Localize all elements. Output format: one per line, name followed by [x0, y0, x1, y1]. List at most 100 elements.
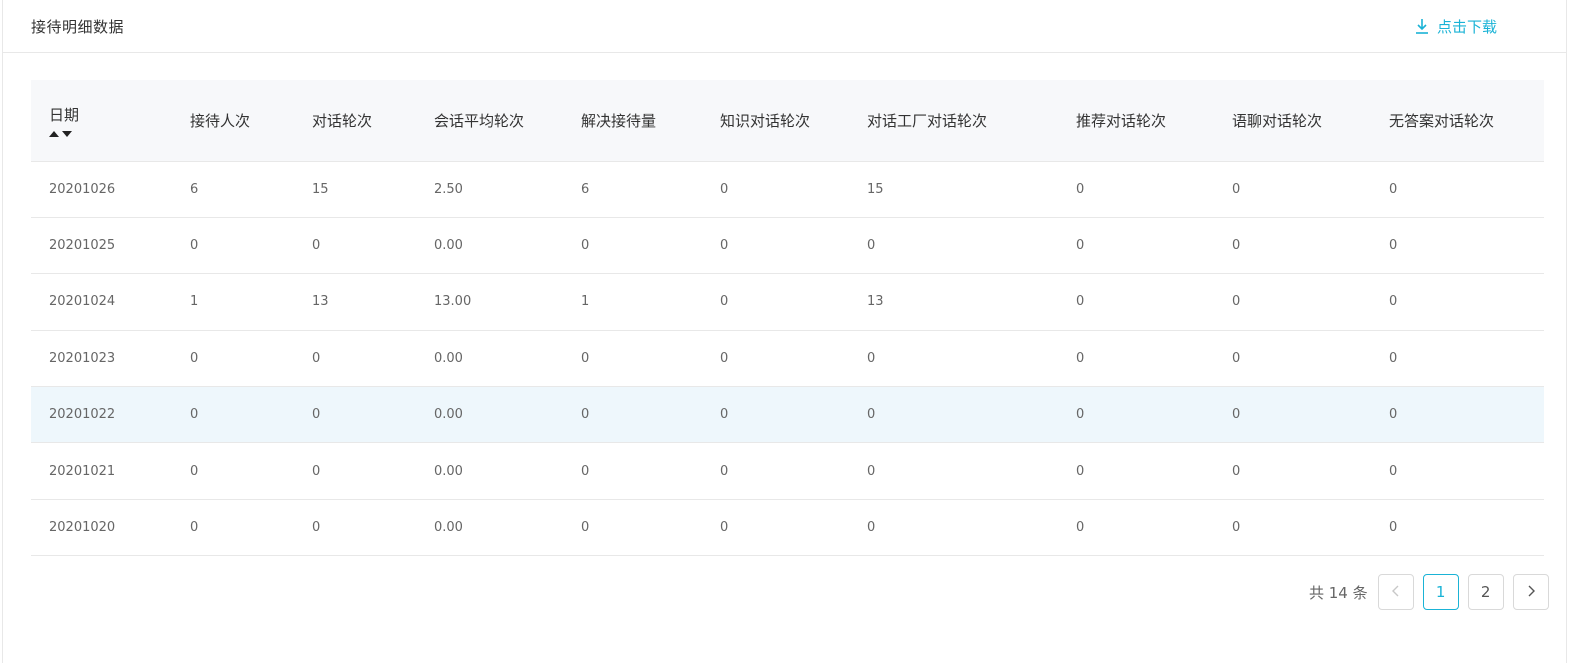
table-cell: 0: [294, 442, 416, 500]
table-cell: 0: [563, 217, 702, 275]
table-cell: 0: [1214, 499, 1371, 557]
table-cell: 13: [294, 273, 416, 331]
table-cell: 0: [1058, 273, 1214, 331]
column-header: 推荐对话轮次: [1058, 80, 1214, 162]
table-cell: 0: [1371, 499, 1544, 557]
table-cell: 0: [702, 499, 849, 557]
prev-page-button[interactable]: [1377, 574, 1414, 610]
table-cell: 0: [172, 442, 294, 500]
table-cell: 13: [849, 273, 1058, 331]
table-cell: 0: [294, 330, 416, 388]
column-header: 无答案对话轮次: [1371, 80, 1544, 162]
chevron-right-icon: [1526, 583, 1536, 601]
column-header: 会话平均轮次: [416, 80, 563, 162]
table-cell: 0: [294, 499, 416, 557]
table-cell: 0.00: [416, 330, 563, 388]
page-button-2[interactable]: 2: [1467, 574, 1504, 610]
table-cell: 0: [849, 442, 1058, 500]
table-cell: 2.50: [416, 161, 563, 218]
table-cell: 0: [1371, 386, 1544, 444]
table-cell: 20201026: [31, 161, 172, 218]
table-cell: 20201023: [31, 330, 172, 388]
table-cell: 1: [172, 273, 294, 331]
detail-panel: 接待明细数据 点击下载 日期 接待人次 对话轮次 会话平均轮次 解决接待量 知识…: [2, 0, 1567, 663]
table-cell: 0.00: [416, 442, 563, 500]
table-cell: 0: [702, 217, 849, 275]
table-cell: 0: [563, 386, 702, 444]
table-cell: 1: [563, 273, 702, 331]
table-cell: 15: [849, 161, 1058, 218]
download-label: 点击下载: [1437, 17, 1498, 36]
column-header: 对话工厂对话轮次: [849, 80, 1058, 162]
sort-ascending-icon[interactable]: [49, 130, 59, 137]
column-header: 对话轮次: [294, 80, 416, 162]
detail-table-wrapper: 日期 接待人次 对话轮次 会话平均轮次 解决接待量 知识对话轮次 对话工厂对话轮…: [31, 80, 1544, 557]
table-row: 20201026 6 15 2.50 6 0 15 0 0 0: [31, 161, 1544, 218]
table-cell: 0: [1371, 442, 1544, 500]
table-cell: 20201024: [31, 273, 172, 331]
table-cell: 0: [563, 442, 702, 500]
table-cell: 0: [1214, 217, 1371, 275]
table-cell: 6: [172, 161, 294, 218]
table-cell: 0: [1058, 499, 1214, 557]
table-cell: 0: [1371, 161, 1544, 218]
table-cell: 0: [172, 330, 294, 388]
column-header: 知识对话轮次: [702, 80, 849, 162]
table-cell: 0: [1058, 330, 1214, 388]
column-header-date[interactable]: 日期: [31, 80, 172, 162]
total-count: 共 14 条: [1309, 583, 1368, 602]
table-cell: 0: [1371, 217, 1544, 275]
table-cell: 0: [702, 386, 849, 444]
table-row: 20201023 0 0 0.00 0 0 0 0 0 0: [31, 330, 1544, 388]
table-cell: 0: [702, 273, 849, 331]
table-cell: 0: [849, 386, 1058, 444]
table-cell: 0: [563, 330, 702, 388]
panel-title: 接待明细数据: [31, 18, 125, 36]
table-cell: 0: [172, 499, 294, 557]
table-cell: 0: [1058, 217, 1214, 275]
table-cell: 6: [563, 161, 702, 218]
table-cell: 0: [172, 217, 294, 275]
table-cell: 0: [1058, 442, 1214, 500]
table-header-row: 日期 接待人次 对话轮次 会话平均轮次 解决接待量 知识对话轮次 对话工厂对话轮…: [31, 80, 1544, 162]
download-button[interactable]: 点击下载: [1415, 14, 1497, 38]
page-button-1[interactable]: 1: [1422, 574, 1459, 610]
next-page-button[interactable]: [1512, 574, 1549, 610]
table-cell: 0: [702, 161, 849, 218]
column-header: 接待人次: [172, 80, 294, 162]
table-row: 20201021 0 0 0.00 0 0 0 0 0 0: [31, 442, 1544, 500]
table-cell: 15: [294, 161, 416, 218]
table-cell: 0: [1214, 386, 1371, 444]
table-cell: 0: [1371, 273, 1544, 331]
panel-header: 接待明细数据 点击下载: [3, 0, 1566, 53]
table-cell: 20201025: [31, 217, 172, 275]
table-cell: 13.00: [416, 273, 563, 331]
download-icon: [1415, 18, 1429, 34]
chevron-left-icon: [1391, 583, 1401, 601]
table-cell: 0.00: [416, 386, 563, 444]
table-cell: 20201022: [31, 386, 172, 444]
table-cell: 0: [1214, 273, 1371, 331]
pagination: 共 14 条 1 2: [1309, 574, 1549, 610]
column-header-label: 日期: [49, 105, 80, 124]
table-cell: 0: [172, 386, 294, 444]
sort-toggle[interactable]: [49, 130, 172, 137]
table-row: 20201020 0 0 0.00 0 0 0 0 0 0: [31, 499, 1544, 557]
table-cell: 0: [702, 330, 849, 388]
sort-descending-icon[interactable]: [62, 130, 72, 137]
table-cell: 0: [1214, 442, 1371, 500]
table-row: 20201025 0 0 0.00 0 0 0 0 0 0: [31, 217, 1544, 275]
table-cell: 20201021: [31, 442, 172, 500]
column-header: 解决接待量: [563, 80, 702, 162]
table-cell: 0: [1058, 386, 1214, 444]
table-cell: 0: [849, 217, 1058, 275]
table-cell: 0: [294, 386, 416, 444]
column-header: 语聊对话轮次: [1214, 80, 1371, 162]
table-row-hovered: 20201022 0 0 0.00 0 0 0 0 0 0: [31, 386, 1544, 444]
table-cell: 0: [849, 330, 1058, 388]
table-cell: 0: [563, 499, 702, 557]
table-cell: 0.00: [416, 217, 563, 275]
table-cell: 0: [1371, 330, 1544, 388]
table-cell: 0: [1058, 161, 1214, 218]
table-cell: 0: [849, 499, 1058, 557]
